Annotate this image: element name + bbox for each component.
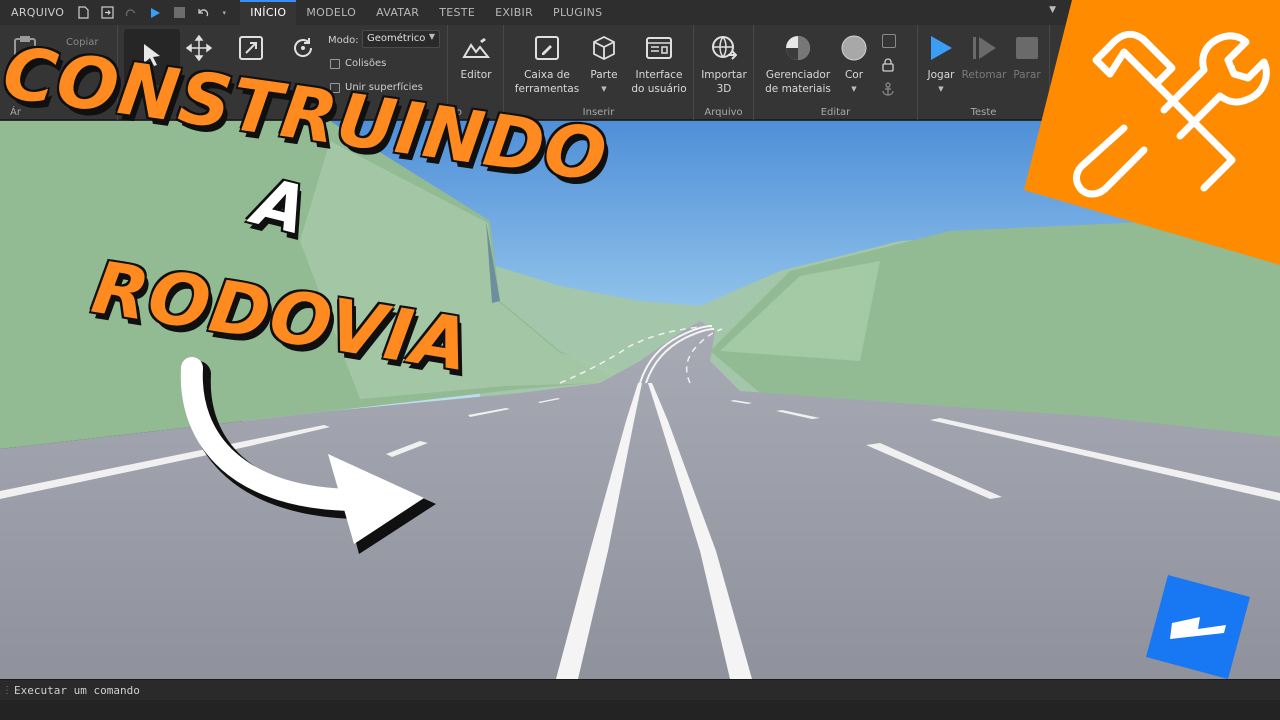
edit-group-label: Editar	[820, 107, 851, 118]
file-group-label: Arquivo	[704, 107, 743, 118]
checkbox-box	[330, 58, 340, 69]
toolbox-label: Caixa de ferramentas	[514, 69, 580, 95]
ui-icon	[644, 33, 674, 63]
scale-icon	[236, 33, 266, 63]
material-icon	[783, 33, 813, 63]
resume-icon	[969, 33, 999, 63]
rotate-icon	[288, 33, 318, 63]
undo-icon[interactable]	[196, 6, 210, 20]
material-manager-button[interactable]: Gerenciador de materiais	[758, 33, 838, 96]
color-dropdown-icon[interactable]: ▼	[851, 82, 856, 96]
command-bar[interactable]: ⋮ Executar um comando	[0, 679, 1280, 700]
status-bar	[0, 700, 1280, 720]
tab-modelo[interactable]: MODELO	[296, 0, 366, 25]
quick-access-toolbar: ▾	[76, 6, 240, 20]
mode-label: Modo:	[328, 35, 359, 46]
anchor-icon[interactable]	[881, 81, 895, 100]
terrain-editor-button[interactable]: Editor	[454, 33, 498, 82]
arrow-icon	[180, 357, 436, 554]
lock-icon[interactable]	[882, 57, 894, 76]
undo-dropdown-icon[interactable]: ▾	[220, 6, 228, 20]
mode-select[interactable]: Geométrico ▼	[362, 30, 440, 48]
new-file-icon[interactable]	[76, 6, 90, 20]
edit-group: Gerenciador de materiais Cor ▼ Editar	[754, 25, 918, 120]
mode-value: Geométrico	[367, 33, 426, 44]
play-button[interactable]: Jogar ▼	[924, 33, 958, 96]
import3d-label: Importar 3D	[701, 69, 747, 95]
tab-teste[interactable]: TESTE	[429, 0, 485, 25]
open-file-icon[interactable]	[100, 6, 114, 20]
globe-import-icon	[709, 33, 739, 63]
part-dropdown-icon[interactable]: ▼	[601, 82, 606, 96]
terrain-editor-label: Editor	[460, 69, 492, 81]
toolbox-icon	[532, 33, 562, 63]
color-icon	[839, 33, 869, 63]
file-group: Importar 3D Arquivo	[694, 25, 754, 120]
resume-button[interactable]: Retomar	[962, 33, 1006, 82]
rotate-tool-button[interactable]	[288, 33, 318, 68]
terrain-icon	[461, 33, 491, 63]
stop-quick-icon[interactable]	[172, 6, 186, 20]
part-label: Parte	[590, 69, 618, 81]
grip-icon: ⋮	[2, 684, 12, 696]
material-manager-label: Gerenciador de materiais	[765, 69, 831, 95]
menu-file[interactable]: ARQUIVO	[0, 6, 76, 19]
chevron-down-icon: ▼	[428, 32, 435, 41]
toolbox-button[interactable]: Caixa de ferramentas	[514, 33, 580, 96]
command-input[interactable]: Executar um comando	[14, 684, 140, 697]
redo-icon[interactable]	[124, 6, 138, 20]
play-label: Jogar	[927, 69, 955, 81]
group-icon[interactable]	[882, 34, 896, 48]
tab-exibir[interactable]: EXIBIR	[485, 0, 543, 25]
tab-plugins[interactable]: PLUGINS	[543, 0, 612, 25]
part-button[interactable]: Parte ▼	[588, 33, 620, 96]
resume-label: Retomar	[961, 69, 1007, 81]
tab-inicio[interactable]: INÍCIO	[240, 0, 297, 25]
play-dropdown-icon[interactable]: ▼	[938, 82, 943, 96]
tab-avatar[interactable]: AVATAR	[366, 0, 429, 25]
color-label: Cor	[844, 69, 864, 81]
collisions-label: Colisões	[345, 58, 387, 69]
ui-button[interactable]: Interface do usuário	[628, 33, 690, 96]
import3d-button[interactable]: Importar 3D	[700, 33, 748, 96]
collisions-checkbox[interactable]: Colisões	[330, 58, 386, 69]
build-tools-badge	[1024, 0, 1280, 265]
ui-label: Interface do usuário	[631, 69, 687, 95]
play-icon	[926, 33, 956, 63]
cube-icon	[589, 33, 619, 63]
play-quick-icon[interactable]	[148, 6, 162, 20]
color-button[interactable]: Cor ▼	[838, 33, 870, 96]
roblox-logo	[1146, 575, 1250, 679]
